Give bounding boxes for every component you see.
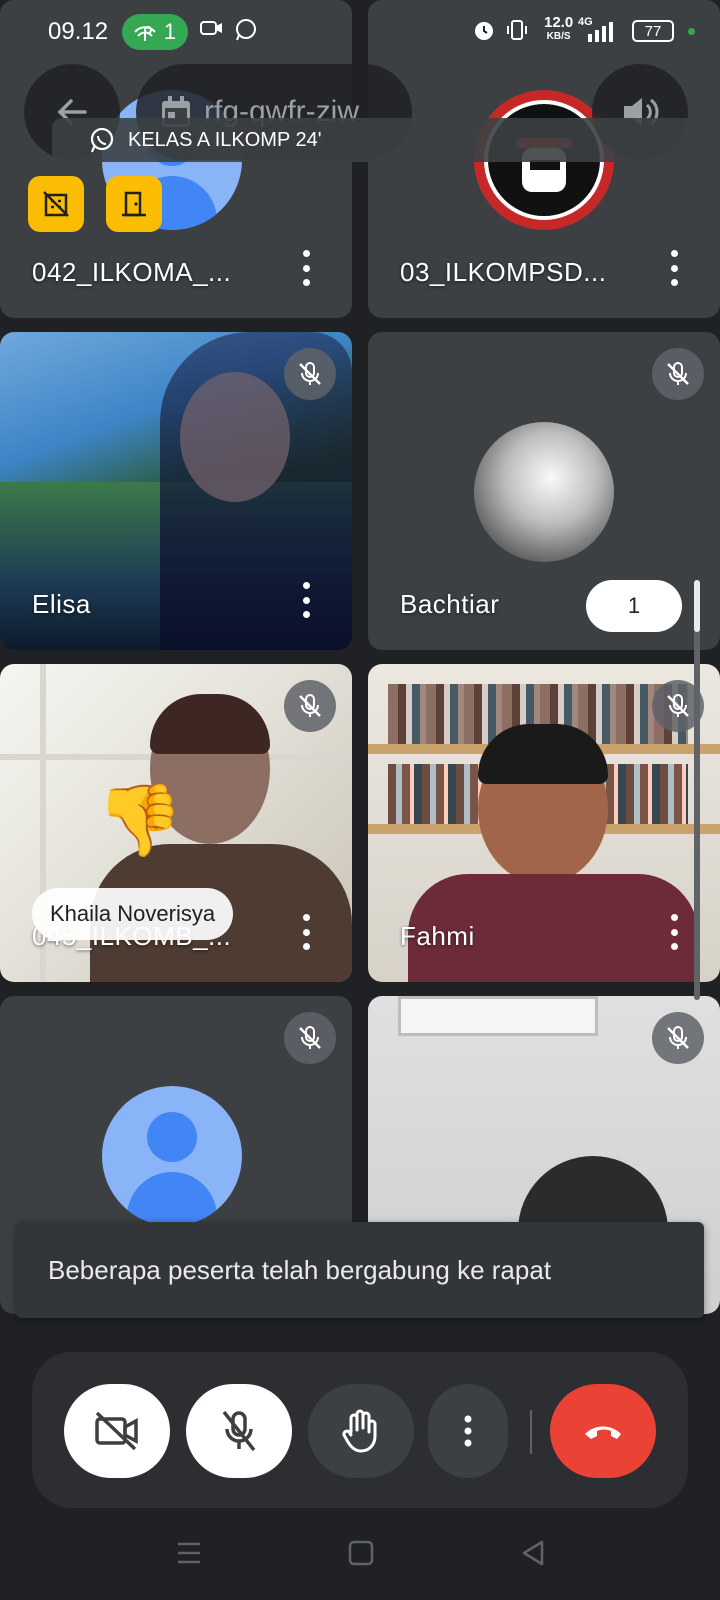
vibrate-icon xyxy=(506,18,528,48)
participant-count-pill[interactable]: 1 xyxy=(586,580,682,632)
battery-indicator: 77 xyxy=(632,20,674,42)
recent-apps-button[interactable] xyxy=(176,1540,202,1571)
more-options-icon[interactable] xyxy=(664,250,684,286)
whatsapp-notification-icon xyxy=(234,18,258,48)
hotspot-count: 1 xyxy=(163,19,177,44)
mic-off-icon xyxy=(652,1012,704,1064)
participant-name: Fahmi xyxy=(400,921,475,951)
video-notification-icon xyxy=(200,18,224,44)
more-options-icon[interactable] xyxy=(296,914,316,950)
hotspot-icon xyxy=(134,26,156,41)
no-building-icon xyxy=(28,176,84,232)
mic-off-icon xyxy=(652,348,704,400)
more-options-button[interactable] xyxy=(428,1384,508,1478)
mic-off-icon xyxy=(222,1410,256,1452)
participant-avatar xyxy=(474,422,614,562)
reaction-name-chip: Khaila Noverisya xyxy=(32,888,234,940)
alarm-icon xyxy=(472,18,496,48)
more-options-icon[interactable] xyxy=(296,582,316,618)
toast-notification: Beberapa peserta telah bergabung ke rapa… xyxy=(16,1222,704,1318)
status-time: 09.12 xyxy=(48,18,109,45)
hand-icon xyxy=(342,1409,377,1453)
mic-toggle-button[interactable] xyxy=(186,1384,292,1478)
door-exit-icon xyxy=(106,176,162,232)
more-options-icon[interactable] xyxy=(296,250,316,286)
mic-off-icon xyxy=(284,680,336,732)
camera-off-icon xyxy=(95,1411,138,1451)
participant-name: Bachtiar xyxy=(400,589,500,619)
signal-icon xyxy=(586,22,614,48)
hotspot-badge: 1 xyxy=(122,14,188,50)
mic-off-icon xyxy=(284,1012,336,1064)
back-nav-button[interactable] xyxy=(520,1540,546,1571)
whatsapp-group-banner[interactable]: KELAS A ILKOMP 24' xyxy=(52,118,702,162)
participant-name: 042_ILKOMA_... xyxy=(32,257,232,287)
call-end-icon xyxy=(585,1426,621,1439)
reaction-emoji: 👎 xyxy=(96,781,184,859)
system-nav-bar xyxy=(0,1510,720,1600)
home-button[interactable] xyxy=(348,1540,374,1571)
whatsapp-group-name: KELAS A ILKOMP 24' xyxy=(128,128,322,151)
square-icon xyxy=(348,1540,374,1566)
end-call-button[interactable] xyxy=(550,1384,656,1478)
more-options-icon[interactable] xyxy=(664,914,684,950)
scrollbar-thumb[interactable] xyxy=(694,580,700,632)
network-speed: 12.0 KB/S xyxy=(544,14,574,42)
default-avatar xyxy=(102,1086,242,1226)
whatsapp-icon xyxy=(90,127,114,153)
controls-divider xyxy=(530,1410,532,1454)
participant-tile[interactable]: Fahmi xyxy=(368,664,720,982)
participant-name: 03_ILKOMPSD... xyxy=(400,257,607,287)
triangle-back-icon xyxy=(522,1540,544,1566)
scrollbar-track[interactable] xyxy=(694,580,700,1000)
participant-name: Elisa xyxy=(32,589,91,619)
participant-tile[interactable]: Elisa xyxy=(0,332,352,650)
menu-icon xyxy=(178,1542,200,1564)
camera-toggle-button[interactable] xyxy=(64,1384,170,1478)
mic-off-icon xyxy=(284,348,336,400)
privacy-dot xyxy=(688,28,695,35)
status-bar: 09.12 1 12.0 KB/S 4G 77 xyxy=(0,0,720,64)
raise-hand-button[interactable] xyxy=(308,1384,414,1478)
more-vert-icon xyxy=(464,1415,472,1447)
call-controls-bar xyxy=(32,1352,688,1508)
